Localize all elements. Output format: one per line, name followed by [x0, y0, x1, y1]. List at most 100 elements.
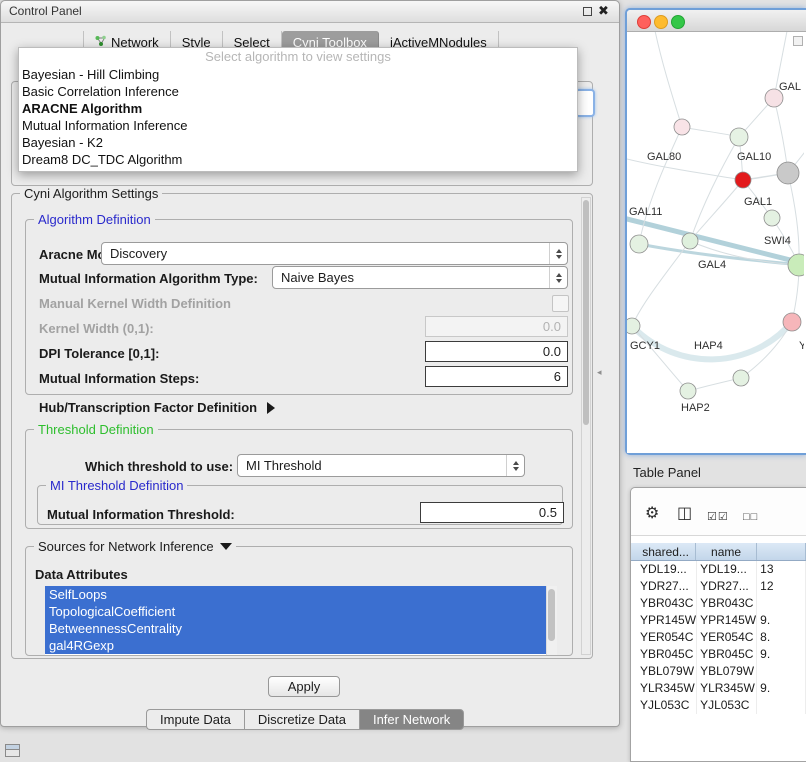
network-edge[interactable]	[654, 32, 682, 127]
network-edge[interactable]	[774, 98, 788, 173]
table-cell[interactable]: YER054C	[697, 629, 757, 646]
table-cell[interactable]: YDL19...	[637, 561, 697, 578]
network-canvas[interactable]: GALGAL80GAL10GAL11GAL1SWI4GAL4GCY1HAP4YH…	[627, 32, 804, 453]
algorithm-menu-item[interactable]: Mutual Information Inference	[19, 117, 577, 134]
table-cell[interactable]: YBR043C	[697, 595, 757, 612]
network-node[interactable]	[783, 313, 801, 331]
columns-icon[interactable]: ◫	[677, 506, 692, 522]
table-row[interactable]: YBL079WYBL079W	[631, 663, 806, 680]
table-row[interactable]: YPR145WYPR145W9.	[631, 612, 806, 629]
table-cell[interactable]: YBL079W	[697, 663, 757, 680]
column-header[interactable]	[757, 543, 806, 560]
table-cell[interactable]	[757, 595, 806, 612]
bottom-tab-discretize-data[interactable]: Discretize Data	[244, 709, 359, 730]
table-row[interactable]: YER054CYER054C8.	[631, 629, 806, 646]
algorithm-menu-item[interactable]: Basic Correlation Inference	[19, 83, 577, 100]
table-cell[interactable]: YBL079W	[637, 663, 697, 680]
aracne-mode-select[interactable]: Discovery	[101, 242, 568, 265]
minimize-traffic-icon[interactable]	[654, 15, 668, 29]
network-titlebar[interactable]	[627, 10, 806, 32]
table-cell[interactable]: 8.	[757, 629, 806, 646]
table-cell[interactable]: YDR27...	[637, 578, 697, 595]
attribute-list-item[interactable]: SelfLoops	[45, 586, 546, 603]
network-node[interactable]	[627, 318, 640, 334]
table-cell[interactable]: YJL053C	[637, 697, 697, 714]
control-panel-titlebar[interactable]: Control Panel ✖	[1, 1, 619, 23]
network-node[interactable]	[730, 128, 748, 146]
network-node[interactable]	[788, 254, 804, 276]
algorithm-menu-item[interactable]: Bayesian - Hill Climbing	[19, 66, 577, 83]
table-row[interactable]: YJL053CYJL053C	[631, 697, 806, 714]
gear-icon[interactable]: ⚙	[645, 506, 659, 522]
table-cell[interactable]: YLR345W	[697, 680, 757, 697]
table-row[interactable]: YLR345WYLR345W9.	[631, 680, 806, 697]
table-cell[interactable]: YDR27...	[697, 578, 757, 595]
network-node[interactable]	[764, 210, 780, 226]
attribute-list-item[interactable]: gal4RGexp	[45, 637, 546, 654]
algorithm-menu-item[interactable]: Bayesian - K2	[19, 134, 577, 151]
table-cell[interactable]: 12	[757, 578, 806, 595]
sources-group-title[interactable]: Sources for Network Inference	[34, 539, 236, 554]
column-header[interactable]: name	[696, 543, 756, 560]
table-cell[interactable]	[757, 663, 806, 680]
which-threshold-select[interactable]: MI Threshold	[237, 454, 525, 477]
expander-right-icon[interactable]	[267, 402, 275, 414]
table-cell[interactable]: YBR043C	[637, 595, 697, 612]
table-row[interactable]: YDR27...YDR27...12	[631, 578, 806, 595]
table-cell[interactable]: YPR145W	[697, 612, 757, 629]
settings-scrollbar[interactable]	[581, 197, 591, 655]
bottom-tab-infer-network[interactable]: Infer Network	[359, 709, 464, 730]
table-cell[interactable]: YER054C	[637, 629, 697, 646]
table-cell[interactable]: YBR045C	[697, 646, 757, 663]
network-node[interactable]	[630, 235, 648, 253]
algorithm-combo-fragment[interactable]	[575, 89, 595, 117]
table-row[interactable]: YBR043CYBR043C	[631, 595, 806, 612]
table-cell[interactable]: 9.	[757, 646, 806, 663]
bottom-tab-impute-data[interactable]: Impute Data	[146, 709, 244, 730]
panel-splitter-icon[interactable]: ◂	[597, 367, 602, 378]
table-cell[interactable]: 13	[757, 561, 806, 578]
network-node[interactable]	[680, 383, 696, 399]
scrollbar-thumb[interactable]	[583, 200, 589, 425]
network-node[interactable]	[682, 233, 698, 249]
select-all-icon[interactable]: ☑☑	[707, 509, 729, 525]
network-node[interactable]	[733, 370, 749, 386]
algorithm-menu-item[interactable]: ARACNE Algorithm	[19, 100, 577, 117]
network-node[interactable]	[674, 119, 690, 135]
table-cell[interactable]: 9.	[757, 612, 806, 629]
network-node[interactable]	[777, 162, 799, 184]
hub-definition-expander[interactable]: Hub/Transcription Factor Definition	[39, 400, 275, 415]
table-cell[interactable]: YJL053C	[697, 697, 757, 714]
apply-button[interactable]: Apply	[268, 676, 340, 697]
attributes-scrollbar[interactable]	[546, 586, 557, 655]
table-cell[interactable]: YDL19...	[697, 561, 757, 578]
network-edge[interactable]	[690, 137, 739, 241]
table-cell[interactable]	[757, 697, 806, 714]
table-row[interactable]: YDL19...YDL19...13	[631, 561, 806, 578]
expander-down-icon[interactable]	[220, 543, 232, 550]
table-cell[interactable]: YLR345W	[637, 680, 697, 697]
minimized-window-icon[interactable]	[5, 744, 20, 757]
network-edge[interactable]	[632, 326, 688, 391]
table-cell[interactable]: YPR145W	[637, 612, 697, 629]
table-row[interactable]: YBR045CYBR045C9.	[631, 646, 806, 663]
attribute-list-item[interactable]: TopologicalCoefficient	[45, 603, 546, 620]
zoom-traffic-icon[interactable]	[671, 15, 685, 29]
table-cell[interactable]: 9.	[757, 680, 806, 697]
float-window-icon[interactable]	[583, 7, 592, 16]
mi-steps-field[interactable]: 6	[425, 366, 568, 387]
network-node[interactable]	[735, 172, 751, 188]
canvas-scrollbar-button[interactable]	[793, 36, 803, 46]
network-edge[interactable]	[690, 180, 743, 241]
mi-threshold-field[interactable]: 0.5	[420, 502, 564, 523]
algorithm-menu-item[interactable]: Dream8 DC_TDC Algorithm	[19, 151, 577, 168]
deselect-all-icon[interactable]: □□	[743, 509, 758, 525]
column-header[interactable]: shared...	[636, 543, 696, 560]
attribute-list-item[interactable]: BetweennessCentrality	[45, 620, 546, 637]
table-cell[interactable]: YBR045C	[637, 646, 697, 663]
mi-type-select[interactable]: Naive Bayes	[272, 266, 568, 289]
network-edge[interactable]	[788, 173, 799, 265]
dpi-tolerance-field[interactable]: 0.0	[425, 341, 568, 362]
close-traffic-icon[interactable]	[637, 15, 651, 29]
close-icon[interactable]: ✖	[598, 3, 609, 19]
